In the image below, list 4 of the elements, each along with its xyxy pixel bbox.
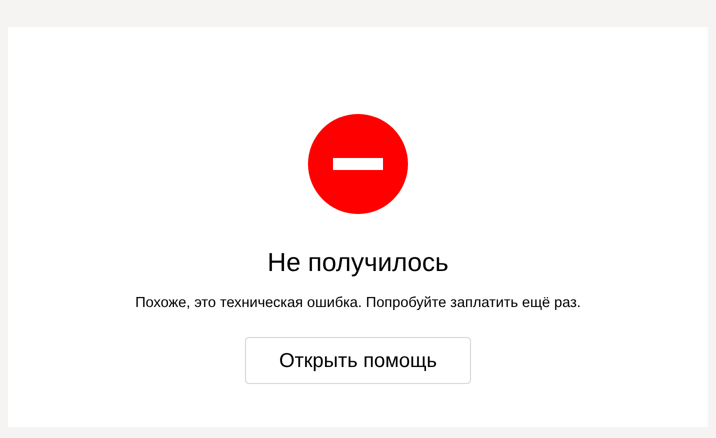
help-button[interactable]: Открыть помощь [245, 337, 471, 384]
error-message: Похоже, это техническая ошибка. Попробуйте заплатить ещё раз. [135, 294, 581, 312]
error-title: Не получилось [267, 247, 449, 277]
stop-icon [308, 114, 408, 214]
